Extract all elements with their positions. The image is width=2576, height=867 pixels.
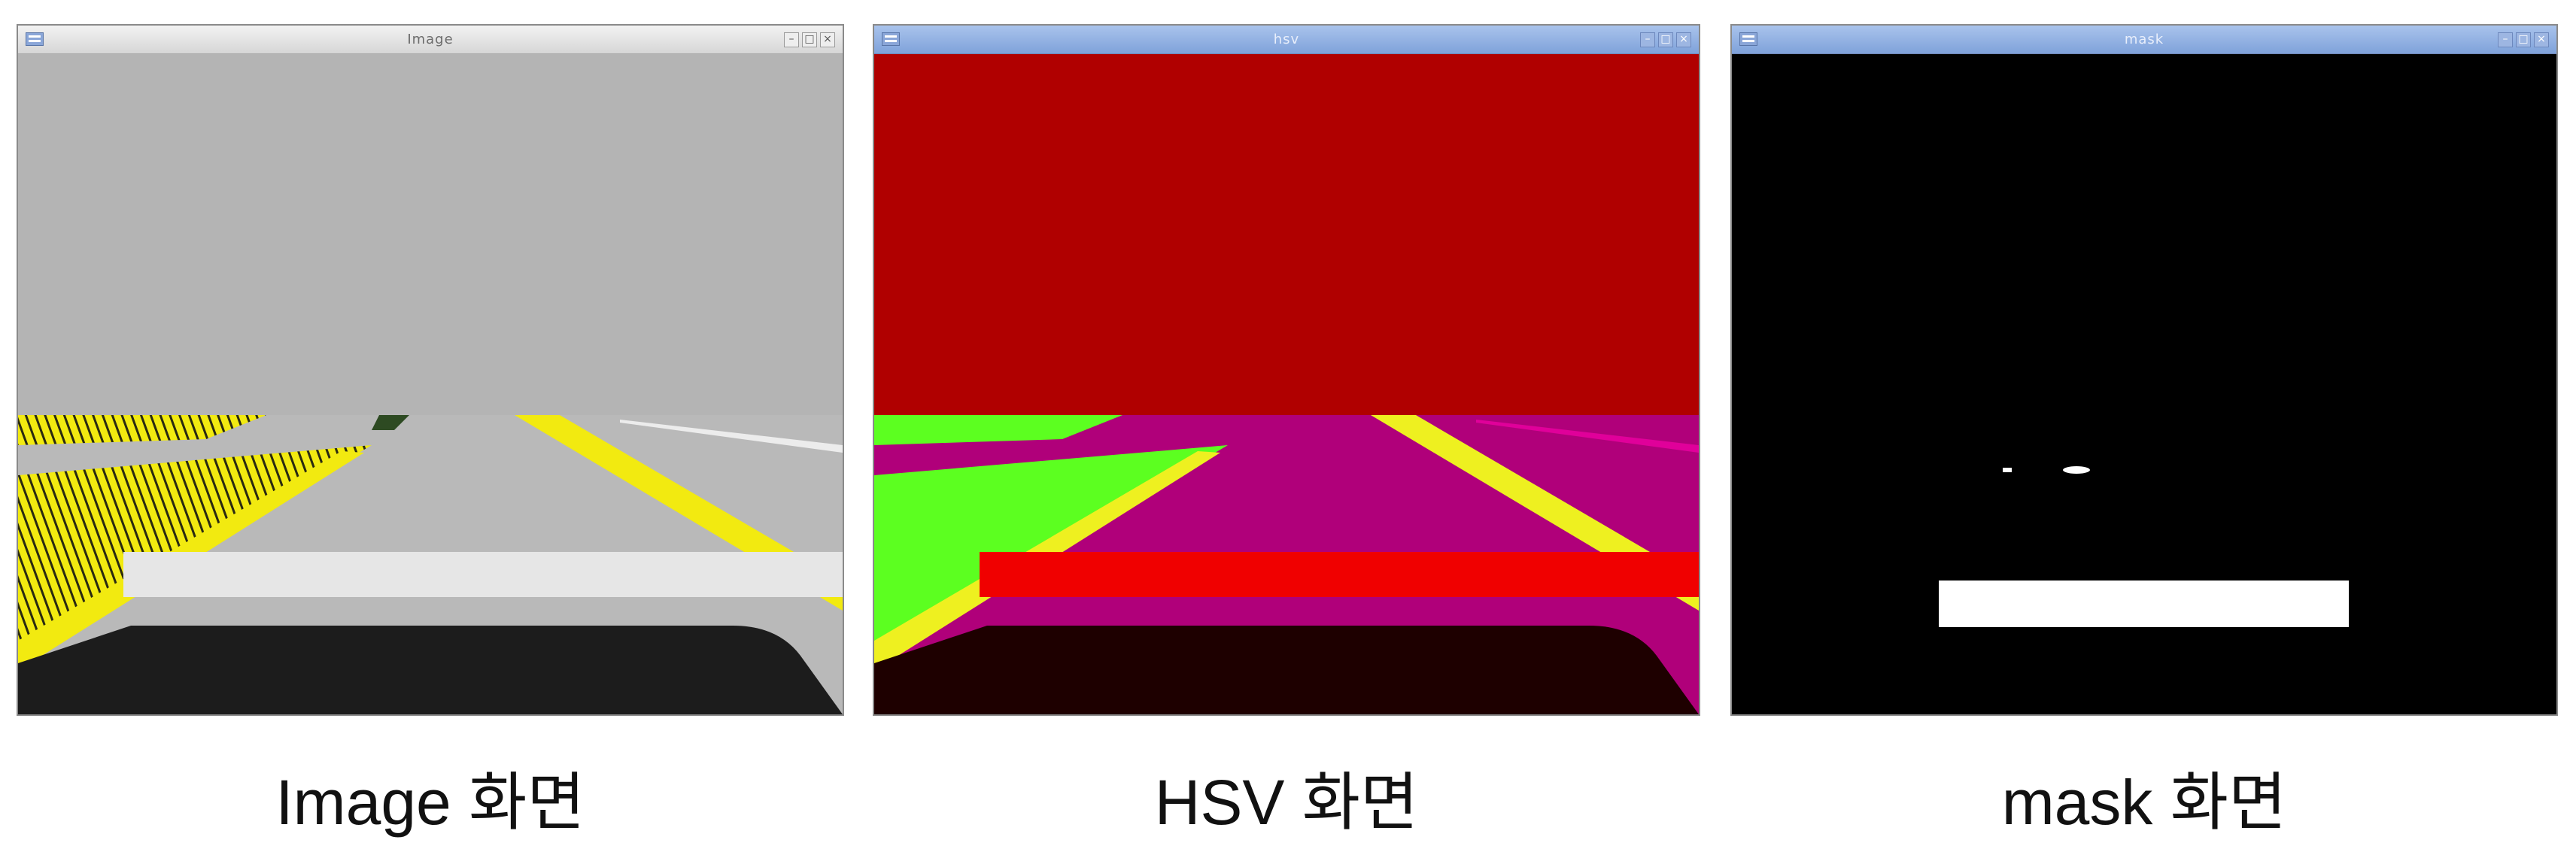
mask-view-canvas [1732,54,2556,714]
stop-line-stripe [123,552,843,597]
minimize-icon[interactable]: – [2498,32,2513,47]
image-window-title: Image [407,32,454,47]
hsv-window-titlebar[interactable]: hsv – □ × [874,26,1699,54]
close-icon[interactable]: × [1676,32,1691,47]
hsv-stop-line-stripe [980,552,1699,597]
mask-window: mask – □ × [1730,24,2558,716]
hsv-caption: HSV 화면 [1154,767,1419,838]
image-window-titlebar[interactable]: Image – □ × [18,26,843,54]
mask-window-titlebar[interactable]: mask – □ × [1732,26,2556,54]
hsv-view-canvas [874,54,1699,714]
mask-blob-small [2003,468,2012,472]
hsv-window: hsv – □ × [873,24,1700,716]
hsv-vehicle-hood [874,626,1699,714]
maximize-icon[interactable]: □ [802,32,817,47]
vehicle-hood [18,626,843,714]
hsv-window-title: hsv [1273,32,1300,47]
close-icon[interactable]: × [2534,32,2549,47]
mask-window-title: mask [2124,32,2164,47]
maximize-icon[interactable]: □ [2516,32,2531,47]
image-caption: Image 화면 [275,767,585,838]
mask-caption: mask 화면 [2001,767,2287,838]
mask-blob [2063,466,2090,474]
mask-stop-line-region [1939,581,2349,627]
image-window: Image – □ × [17,24,844,716]
image-view-canvas [18,54,843,714]
minimize-icon[interactable]: – [1640,32,1655,47]
minimize-icon[interactable]: – [784,32,799,47]
maximize-icon[interactable]: □ [1658,32,1673,47]
close-icon[interactable]: × [820,32,835,47]
